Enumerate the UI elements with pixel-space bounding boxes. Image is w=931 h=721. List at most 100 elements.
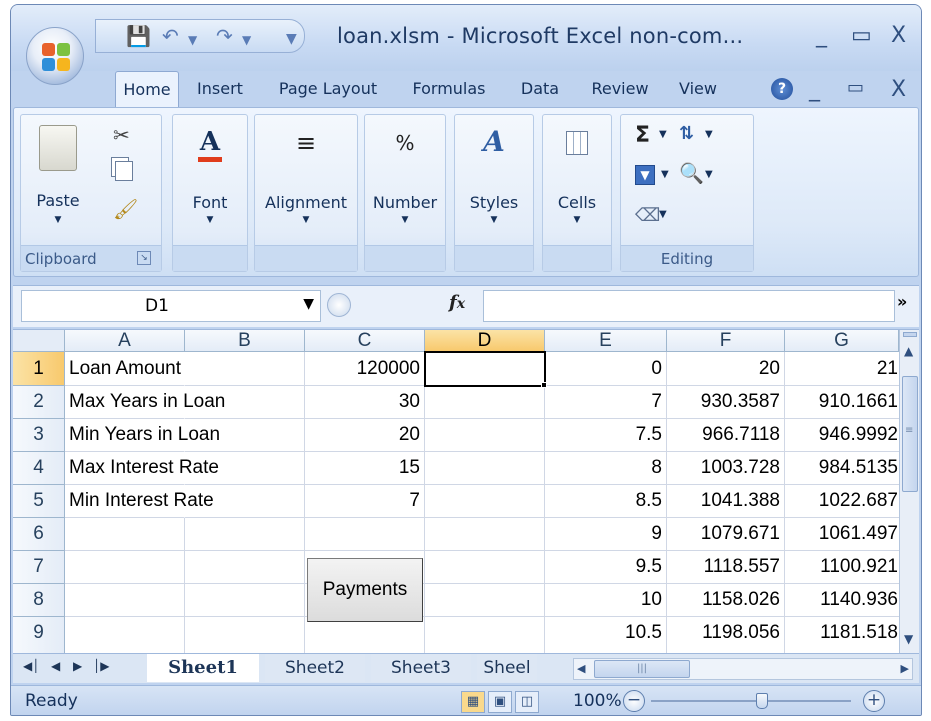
row-header-9[interactable]: 9 [13,617,65,654]
tab-insert[interactable]: Insert [187,71,253,107]
column-header-b[interactable]: B [185,330,305,352]
column-header-a[interactable]: A [65,330,185,352]
cell-a3[interactable]: Min Years in Loan [65,419,220,452]
customize-qat-icon[interactable]: ▼ [286,28,297,50]
column-header-d[interactable]: D [425,330,545,352]
column-header-e[interactable]: E [545,330,667,352]
find-select-dropdown-icon[interactable]: ▼ [705,169,713,180]
cell-c5[interactable]: 7 [305,485,425,518]
cell-e9[interactable]: 10.5 [545,617,667,654]
tab-home[interactable]: Home [115,71,179,109]
cell-c4[interactable]: 15 [305,452,425,485]
split-handle[interactable] [903,332,917,337]
cell-a4[interactable]: Max Interest Rate [65,452,219,485]
cell-e3[interactable]: 7.5 [545,419,667,452]
splitter-icon[interactable] [327,293,351,317]
workbook-restore-button[interactable]: ▭ [847,77,864,98]
cell-d4[interactable] [425,452,545,485]
cell-d9[interactable] [425,617,545,654]
cell-e5[interactable]: 8.5 [545,485,667,518]
sheet-tab-1[interactable]: Sheet1 [147,654,259,682]
cell-d3[interactable] [425,419,545,452]
fill-icon[interactable]: ▼ [635,165,655,185]
payments-button[interactable]: Payments [307,558,423,622]
column-header-c[interactable]: C [305,330,425,352]
prev-sheet-icon[interactable]: ◀ [51,659,60,673]
cell-d8[interactable] [425,584,545,617]
cell-e8[interactable]: 10 [545,584,667,617]
zoom-slider-thumb[interactable] [756,693,768,709]
cell-a5[interactable]: Min Interest Rate [65,485,214,518]
row-header-5[interactable]: 5 [13,485,65,518]
cell-b5[interactable] [185,485,305,518]
row-header-8[interactable]: 8 [13,584,65,617]
clear-dropdown-icon[interactable]: ▼ [659,209,667,220]
tab-formulas[interactable]: Formulas [399,71,499,107]
cell-a8[interactable] [65,584,185,617]
cell-f6[interactable]: 1079.671 [667,518,785,551]
next-sheet-icon[interactable]: ▶ [73,659,82,673]
workbook-minimize-button[interactable]: _ [809,77,820,102]
sheet-tab-4[interactable]: Sheel [477,654,537,682]
paste-button[interactable]: Paste ▼ [27,119,89,233]
formula-input[interactable] [483,290,895,322]
sort-filter-dropdown-icon[interactable]: ▼ [705,129,713,140]
select-all-corner[interactable] [13,330,65,352]
cell-b9[interactable] [185,617,305,654]
cell-e7[interactable]: 9.5 [545,551,667,584]
cell-b8[interactable] [185,584,305,617]
cell-a6[interactable] [65,518,185,551]
cell-f7[interactable]: 1118.557 [667,551,785,584]
cell-d6[interactable] [425,518,545,551]
name-box[interactable]: D1 ▼ [21,290,321,322]
zoom-in-button[interactable]: + [863,690,885,712]
zoom-level[interactable]: 100% [573,691,622,711]
cell-g8[interactable]: 1140.936 [785,584,903,617]
normal-view-button[interactable]: ▦ [461,691,485,713]
column-header-g[interactable]: G [785,330,899,352]
page-layout-view-button[interactable]: ▣ [488,691,512,713]
column-header-f[interactable]: F [667,330,785,352]
cell-f4[interactable]: 1003.728 [667,452,785,485]
cell-g9[interactable]: 1181.518 [785,617,903,654]
cell-e2[interactable]: 7 [545,386,667,419]
clipboard-dialog-launcher-icon[interactable]: ↘ [137,251,151,265]
workbook-close-button[interactable]: X [891,77,906,102]
cell-b2[interactable] [185,386,305,419]
undo-dropdown-icon[interactable]: ▼ [188,29,197,51]
cell-d7[interactable] [425,551,545,584]
cell-f3[interactable]: 966.7118 [667,419,785,452]
clear-icon[interactable]: ⌫ [635,205,660,226]
cell-b3[interactable] [185,419,305,452]
alignment-group[interactable]: ≡ Alignment ▼ [254,114,358,272]
cell-e1[interactable]: 0 [545,352,667,386]
redo-dropdown-icon[interactable]: ▼ [242,29,251,51]
zoom-out-button[interactable]: − [623,690,645,712]
row-header-2[interactable]: 2 [13,386,65,419]
cell-b1[interactable] [185,352,305,386]
cell-g6[interactable]: 1061.497 [785,518,903,551]
page-break-view-button[interactable]: ◫ [515,691,539,713]
cell-e6[interactable]: 9 [545,518,667,551]
cell-f8[interactable]: 1158.026 [667,584,785,617]
font-group[interactable]: A Font ▼ [172,114,248,272]
first-sheet-icon[interactable]: ◀│ [23,659,39,673]
autosum-dropdown-icon[interactable]: ▼ [659,129,667,140]
undo-icon[interactable]: ↶ [162,25,179,47]
redo-icon[interactable]: ↷ [216,25,233,47]
scroll-down-icon[interactable]: ▼ [904,632,913,646]
sheet-tab-3[interactable]: Sheet3 [371,654,471,682]
copy-icon[interactable] [115,161,133,181]
fill-handle[interactable] [541,382,547,388]
cell-g2[interactable]: 910.1661 [785,386,903,419]
format-painter-icon[interactable]: 🖌 [113,197,138,221]
sort-filter-icon[interactable]: ⇅ [679,123,694,144]
cell-g7[interactable]: 1100.921 [785,551,903,584]
row-header-4[interactable]: 4 [13,452,65,485]
name-box-dropdown-icon[interactable]: ▼ [303,296,314,312]
number-group[interactable]: % Number ▼ [364,114,446,272]
cell-a7[interactable] [65,551,185,584]
cell-f1[interactable]: 20 [667,352,785,386]
row-header-7[interactable]: 7 [13,551,65,584]
office-button[interactable] [26,27,84,85]
